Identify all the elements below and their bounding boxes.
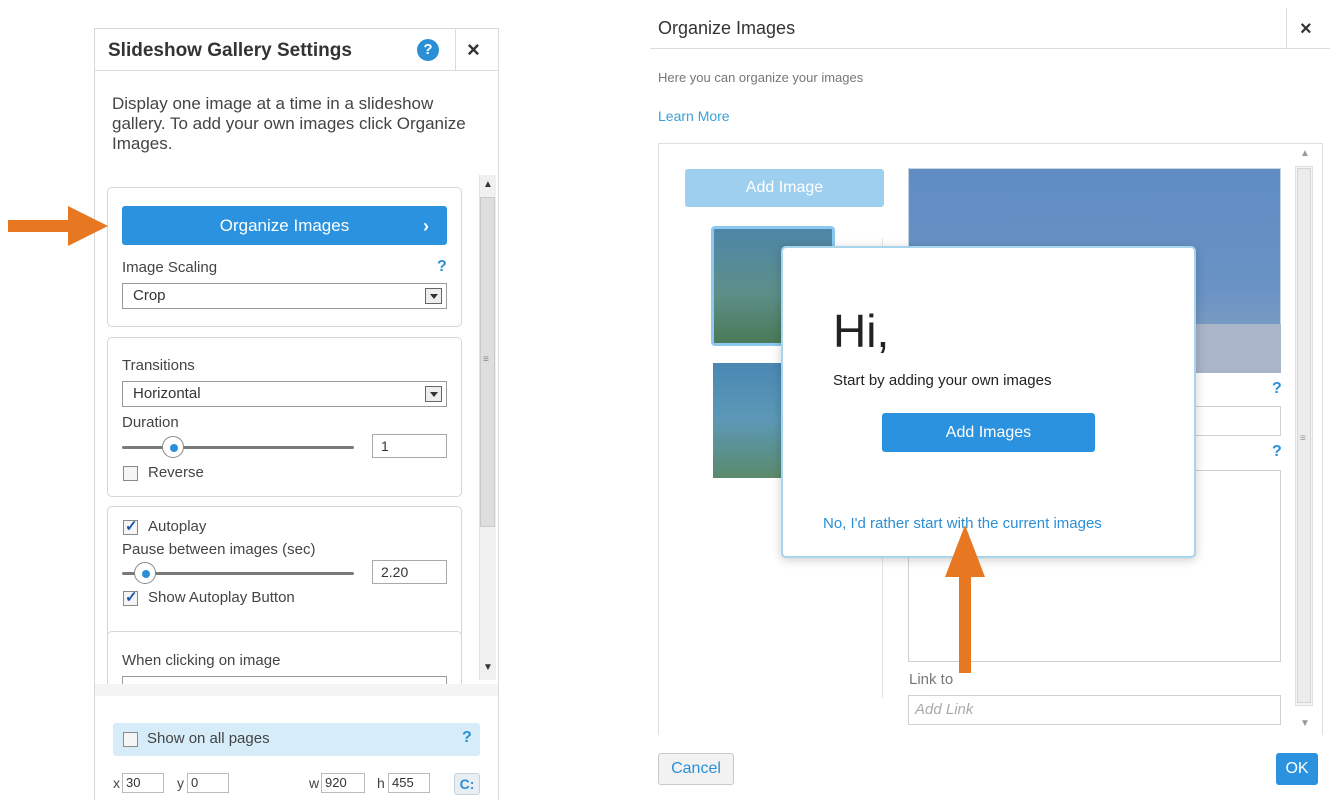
x-label: x	[113, 775, 120, 791]
panel-divider	[95, 684, 498, 696]
image-scaling-label: Image Scaling	[122, 259, 218, 276]
image-scaling-value: Crop	[133, 287, 166, 304]
transitions-value: Horizontal	[133, 385, 201, 402]
lock-ratio-icon[interactable]: C:	[454, 773, 480, 795]
organize-subtitle: Here you can organize your images	[658, 70, 864, 85]
add-images-button[interactable]: Add Images	[882, 413, 1095, 452]
image-thumbnail[interactable]	[713, 363, 783, 478]
show-on-all-pages-checkbox[interactable]	[123, 732, 138, 747]
w-label: w	[309, 775, 320, 791]
w-input[interactable]: 920	[321, 773, 365, 793]
settings-title: Slideshow Gallery Settings	[108, 40, 352, 61]
h-label: h	[377, 775, 385, 791]
preview-overlay	[1195, 324, 1281, 373]
add-image-button[interactable]: Add Image	[685, 169, 884, 207]
scroll-up-icon[interactable]: ▲	[483, 179, 493, 190]
duration-slider-handle[interactable]	[162, 436, 185, 458]
reverse-checkbox[interactable]	[123, 466, 138, 481]
welcome-greeting: Hi,	[833, 305, 890, 357]
x-input[interactable]: 30	[122, 773, 164, 793]
image-title-input[interactable]	[1195, 406, 1281, 436]
chevron-right-icon: ›	[423, 216, 429, 236]
scroll-down-icon[interactable]: ▼	[483, 662, 493, 673]
duration-slider-track[interactable]	[122, 446, 354, 449]
organize-title: Organize Images	[658, 18, 796, 38]
show-autoplay-checkbox[interactable]	[123, 588, 138, 606]
cancel-button[interactable]: Cancel	[658, 753, 734, 785]
learn-more-link[interactable]: Learn More	[658, 108, 730, 124]
scroll-grip-icon: ≡	[1300, 433, 1306, 444]
close-icon[interactable]: ×	[1300, 18, 1312, 41]
show-on-all-pages-help-icon[interactable]: ?	[462, 729, 472, 747]
chevron-down-icon	[425, 386, 442, 402]
reverse-label: Reverse	[148, 464, 204, 481]
show-on-all-pages-label: Show on all pages	[147, 730, 270, 747]
pause-input[interactable]: 2.20	[372, 560, 447, 584]
welcome-message: Start by adding your own images	[833, 372, 1052, 389]
transitions-select[interactable]: Horizontal	[122, 381, 447, 407]
scroll-grip-icon: ≡	[483, 354, 489, 365]
link-input[interactable]: Add Link	[908, 695, 1281, 725]
ok-button[interactable]: OK	[1276, 753, 1318, 785]
slideshow-settings-panel: Slideshow Gallery Settings ? × Display o…	[94, 28, 499, 800]
organize-images-button[interactable]: Organize Images	[122, 206, 447, 245]
when-clicking-select[interactable]	[122, 676, 447, 684]
header-line	[650, 48, 1330, 49]
image-scaling-select[interactable]: Crop	[122, 283, 447, 309]
arrow-up-icon	[945, 525, 985, 673]
duration-input[interactable]: 1	[372, 434, 447, 458]
duration-label: Duration	[122, 414, 179, 431]
autoplay-checkbox[interactable]	[123, 517, 138, 535]
image-scaling-help-icon[interactable]: ?	[437, 258, 447, 276]
chevron-down-icon	[425, 288, 442, 304]
welcome-modal: Hi, Start by adding your own images Add …	[781, 246, 1196, 558]
when-clicking-label: When clicking on image	[122, 652, 281, 669]
arrow-right-icon	[8, 206, 108, 246]
y-label: y	[177, 775, 184, 791]
pause-label: Pause between images (sec)	[122, 541, 316, 558]
title-help-icon[interactable]: ?	[1272, 380, 1282, 398]
h-input[interactable]: 455	[388, 773, 430, 793]
header-divider	[455, 29, 456, 71]
pause-slider-track[interactable]	[122, 572, 354, 575]
scroll-down-icon[interactable]: ▼	[1300, 718, 1310, 729]
settings-header: Slideshow Gallery Settings ? ×	[95, 29, 498, 71]
scroll-up-icon[interactable]: ▲	[1300, 148, 1310, 159]
close-icon[interactable]: ×	[467, 37, 480, 63]
settings-description: Display one image at a time in a slidesh…	[112, 94, 466, 153]
description-help-icon[interactable]: ?	[1272, 443, 1282, 461]
help-icon[interactable]: ?	[417, 39, 439, 61]
header-divider	[1286, 8, 1287, 49]
y-input[interactable]: 0	[187, 773, 229, 793]
show-autoplay-label: Show Autoplay Button	[148, 589, 295, 606]
transitions-label: Transitions	[122, 357, 195, 374]
autoplay-label: Autoplay	[148, 518, 207, 535]
